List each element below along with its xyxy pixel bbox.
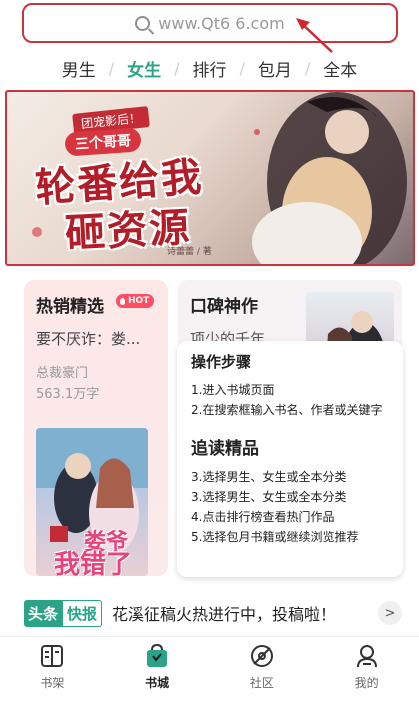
hot-sales-title: 热销精选 — [36, 297, 104, 317]
nav-item-bookstore[interactable]: 书城 — [117, 637, 197, 701]
tab-separator: / — [174, 58, 180, 78]
news-badge-headline: 头条 — [24, 599, 63, 627]
news-badge-flash: 快报 — [62, 599, 103, 627]
hot-badge: HOT — [116, 294, 155, 308]
book-word-count: 563.1万字 — [36, 387, 100, 402]
guide-step: 4.点击排行榜查看热门作品 — [191, 510, 335, 524]
tab-separator: / — [239, 58, 245, 78]
cover-badge — [50, 526, 68, 542]
tab-separator: / — [304, 58, 311, 78]
tab-female[interactable]: 女生 — [127, 56, 161, 81]
nav-item-profile[interactable]: 我的 — [327, 637, 407, 701]
bookstore-icon — [147, 643, 168, 667]
tab-complete[interactable]: 全本 — [323, 56, 357, 81]
banner-author: 诗蕾蕾 / 著 — [167, 247, 212, 257]
guide-heading-premium: 追读精品 — [191, 439, 259, 459]
nav-item-bookshelf[interactable]: 书架 — [12, 637, 92, 701]
nav-label-bookshelf: 书架 — [40, 676, 65, 690]
profile-icon — [356, 645, 377, 668]
nav-item-community[interactable]: 社区 — [222, 637, 302, 701]
bottom-nav: 书架 书城 社区 我的 — [0, 636, 419, 701]
guide-step: 3.选择男生、女生或全本分类 — [191, 490, 347, 504]
community-icon — [250, 645, 273, 667]
tab-monthly[interactable]: 包月 — [258, 56, 292, 81]
book-category: 总裁豪门 — [36, 366, 89, 381]
nav-label-profile: 我的 — [354, 676, 379, 690]
news-ticker[interactable]: 头条 快报 花溪征稿火热进行中，投稿啦！ > — [24, 598, 402, 628]
tab-male[interactable]: 男生 — [62, 56, 96, 81]
nav-label-bookstore: 书城 — [145, 676, 170, 690]
guide-heading-steps: 操作步骤 — [191, 353, 252, 371]
news-text[interactable]: 花溪征稿火热进行中，投稿啦！ — [112, 601, 336, 625]
tab-ranking[interactable]: 排行 — [193, 56, 227, 81]
book-cover[interactable]: 娄爷 我错了 — [36, 428, 148, 576]
guide-panel: 操作步骤 1.进入书城页面 2.在搜索框输入书名、作者或关键字 追读精品 3.选… — [177, 341, 403, 577]
promo-banner[interactable]: 团宠影后！ 三个哥哥 轮番给我 砸资源 诗蕾蕾 / 著 — [5, 90, 415, 266]
guide-step: 2.在搜索框输入书名、作者或关键字 — [191, 403, 383, 417]
word-of-mouth-title: 口碑神作 — [190, 297, 258, 317]
nav-label-community: 社区 — [249, 676, 274, 690]
guide-step: 5.选择包月书籍或继续浏览推荐 — [191, 530, 359, 544]
tab-separator: / — [108, 58, 115, 78]
chevron-right-icon[interactable]: > — [378, 601, 402, 625]
bookshelf-icon — [41, 645, 64, 667]
category-tabs: 男生 / 女生 / 排行 / 包月 / 全本 — [0, 52, 419, 84]
cover-title-2: 我错了 — [54, 550, 133, 576]
guide-step: 3.选择男生、女生或全本分类 — [191, 470, 347, 484]
guide-step: 1.进入书城页面 — [191, 383, 275, 397]
hot-sales-card[interactable]: 热销精选 HOT 要不厌诈：娄... 总裁豪门 563.1万字 娄爷 我错了 — [24, 280, 168, 576]
book-title[interactable]: 要不厌诈：娄... — [36, 328, 140, 349]
